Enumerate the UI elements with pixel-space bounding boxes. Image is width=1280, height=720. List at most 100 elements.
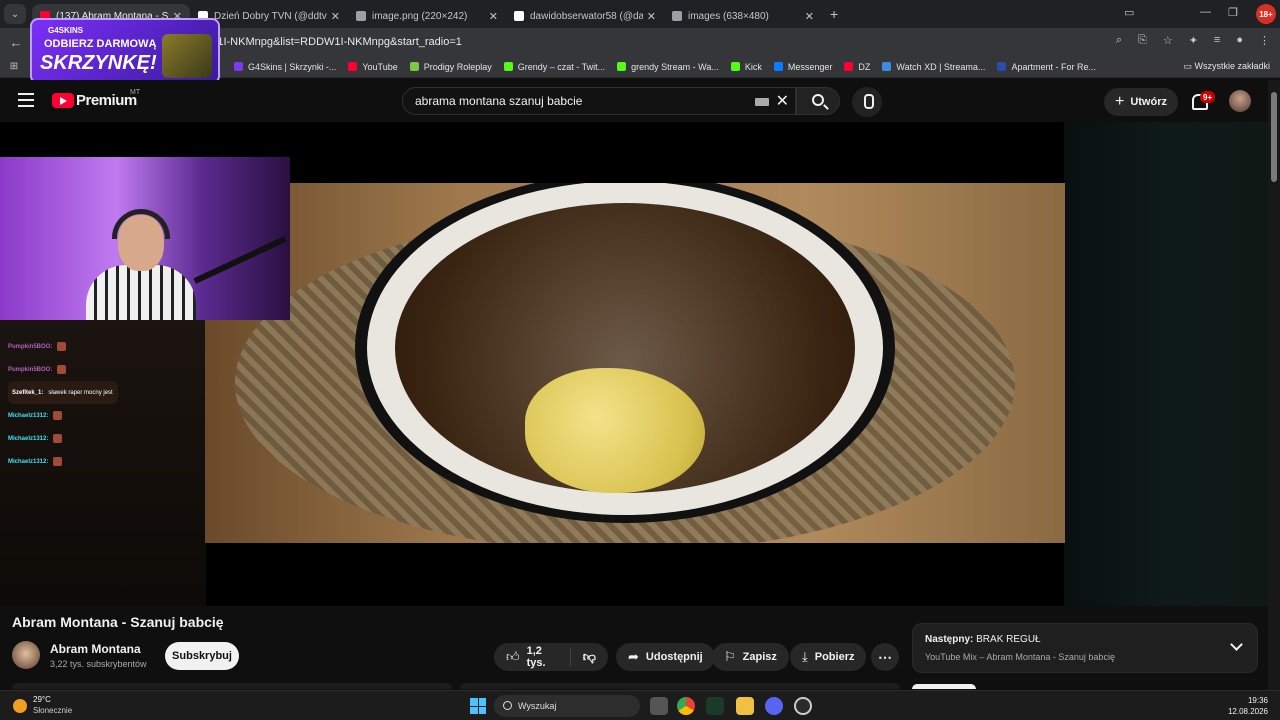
subscriber-count: 3,22 tys. subskrybentów: [50, 659, 147, 669]
voice-search-button[interactable]: [852, 87, 882, 117]
bookmark-label: DZ: [858, 61, 871, 72]
chat-username: Michaelz1312:: [8, 435, 49, 442]
up-next-card[interactable]: Następny: BRAK REGUŁ YouTube Mix – Abram…: [912, 623, 1258, 673]
thumbs-down-icon: 👎︎: [582, 649, 596, 664]
create-button[interactable]: + Utwórz: [1104, 88, 1178, 116]
task-view-icon[interactable]: [650, 697, 668, 715]
stream-chat: Pumpkin5BOO: Pumpkin5BOO: Szefitek_1: sławe…: [8, 335, 208, 473]
search-button[interactable]: [796, 87, 840, 115]
windows-taskbar: 29°C Słonecznie Wyszukaj 19:36 12.08.202…: [0, 690, 1280, 720]
terminal-icon[interactable]: [706, 697, 724, 715]
all-bookmarks[interactable]: ▭ Wszystkie zakładki: [1183, 61, 1270, 72]
zoom-icon[interactable]: ⌕: [1116, 34, 1122, 47]
chat-username: Pumpkin5BOO:: [8, 366, 53, 373]
bookmark-item[interactable]: G4Skins | Skrzynki -...: [234, 62, 336, 72]
taskbar-search-label: Wyszukaj: [518, 701, 557, 711]
tab-title: Dzień Dobry TVN (@ddtvn) | Ti: [214, 10, 327, 22]
bookmark-item[interactable]: YouTube: [348, 62, 398, 72]
tab-title: dawidobserwator58 (@dawido: [530, 10, 643, 22]
save-button[interactable]: ⚐ Zapisz: [712, 643, 789, 671]
chrome-icon[interactable]: [677, 697, 695, 715]
bookmark-item[interactable]: Watch XD | Streama...: [882, 62, 985, 72]
keyboard-icon[interactable]: [755, 98, 769, 106]
extensions-icon[interactable]: ✦: [1189, 34, 1198, 47]
close-tab-icon[interactable]: ✕: [489, 10, 498, 23]
weather-temperature[interactable]: 29°C: [33, 695, 51, 704]
streamer-shirt: [86, 265, 196, 320]
taskbar-search[interactable]: Wyszukaj: [494, 695, 640, 717]
maximize-button[interactable]: ❐: [1228, 6, 1238, 19]
bookmark-label: G4Skins | Skrzynki -...: [248, 61, 337, 72]
create-label: Utwórz: [1130, 96, 1167, 108]
bookmark-favicon-icon: [773, 62, 783, 71]
bookmark-label: Messenger: [787, 61, 833, 72]
bookmark-star-icon[interactable]: ☆: [1163, 34, 1173, 47]
file-explorer-icon[interactable]: [736, 697, 754, 715]
chat-username: Szefitek_1:: [12, 389, 44, 396]
profile-icon[interactable]: ●: [1236, 34, 1243, 47]
browser-tab[interactable]: image.png (220×242) ✕: [348, 4, 506, 28]
potato: [525, 368, 705, 493]
browser-tab[interactable]: dawidobserwator58 (@dawido ✕: [506, 4, 664, 28]
up-next-subtitle: YouTube Mix – Abram Montana - Szanuj bab…: [925, 652, 1115, 662]
download-button[interactable]: ⤓ Pobierz: [790, 643, 867, 671]
search-input[interactable]: abrama montana szanuj babcie ✕: [402, 87, 796, 115]
bookmark-favicon-icon: [234, 62, 243, 71]
promo-line-1: ODBIERZ DARMOWĄ: [44, 38, 157, 50]
minimize-button[interactable]: —: [1200, 6, 1211, 18]
video-frame[interactable]: [205, 183, 1065, 543]
dislike-button[interactable]: 👎︎: [571, 649, 608, 665]
cast-icon[interactable]: ▭: [1124, 6, 1134, 19]
sun-icon[interactable]: [13, 699, 27, 713]
bookmark-item[interactable]: Apartment - For Re...: [997, 62, 1096, 72]
guide-menu-icon[interactable]: [18, 93, 34, 107]
apps-icon[interactable]: ⊞: [2, 61, 26, 72]
share-icon: ➦: [628, 649, 639, 664]
media-icon[interactable]: ≡: [1214, 34, 1220, 47]
like-button[interactable]: 👍︎ 1,2 tys.: [494, 645, 571, 669]
description-box-edge: [12, 683, 452, 689]
page-scrollbar[interactable]: [1268, 80, 1280, 690]
clear-search-icon[interactable]: ✕: [776, 91, 789, 111]
up-next-label: Następny:: [925, 634, 974, 645]
tab-favicon-icon: [672, 11, 682, 21]
bookmark-item[interactable]: Prodigy Roleplay: [409, 62, 492, 72]
bookmark-item[interactable]: Grendy – czat - Twit...: [503, 61, 606, 72]
close-tab-icon[interactable]: ✕: [805, 10, 814, 23]
close-tab-icon[interactable]: ✕: [647, 10, 656, 23]
subscribe-button[interactable]: Subskrybuj: [165, 642, 239, 670]
close-tab-icon[interactable]: ✕: [331, 10, 340, 23]
bookmark-favicon-icon: [503, 62, 513, 71]
country-code: MT: [130, 89, 141, 96]
system-clock[interactable]: 19:36 12.08.2026: [1228, 695, 1268, 717]
channel-name[interactable]: Abram Montana: [50, 642, 141, 656]
scrollbar-thumb[interactable]: [1271, 92, 1277, 182]
promo-banner[interactable]: G4SKINS ODBIERZ DARMOWĄ SKRZYNKĘ!: [30, 18, 220, 84]
tab-search-button[interactable]: ⌄: [4, 4, 26, 24]
steam-icon[interactable]: [794, 697, 812, 715]
youtube-logo-text[interactable]: Premium: [76, 92, 137, 109]
extension-badge[interactable]: 18+: [1256, 4, 1276, 24]
install-icon[interactable]: ⎘: [1138, 34, 1147, 47]
bookmark-item[interactable]: Messenger: [773, 61, 833, 72]
microphone-arm: [193, 236, 287, 284]
address-bar[interactable]: V1I-NKMnpg&list=RDDW1I-NKMnpg&start_radi…: [210, 31, 1210, 53]
discord-icon[interactable]: [765, 697, 783, 715]
bookmark-item[interactable]: grendy Stream - Wa...: [617, 62, 719, 72]
new-tab-button[interactable]: +: [830, 6, 838, 22]
bookmark-item[interactable]: DZ: [844, 62, 870, 72]
bookmark-label: Grendy – czat - Twit...: [517, 61, 606, 72]
weather-condition[interactable]: Słonecznie: [33, 706, 72, 715]
chevron-down-icon[interactable]: [1230, 638, 1243, 651]
back-button[interactable]: ←: [2, 35, 30, 50]
account-avatar[interactable]: [1229, 90, 1251, 112]
menu-icon[interactable]: ⋮: [1259, 34, 1270, 47]
windows-start-icon[interactable]: [470, 698, 486, 714]
channel-avatar[interactable]: [12, 641, 40, 669]
browser-tab[interactable]: images (638×480) ✕: [664, 4, 822, 28]
bookmark-item[interactable]: Kick: [730, 62, 762, 72]
share-button[interactable]: ➦ Udostępnij: [616, 643, 715, 671]
youtube-logo-icon[interactable]: [52, 93, 74, 108]
bookmark-label: Watch XD | Streama...: [896, 61, 986, 72]
more-actions-button[interactable]: ⋯: [871, 643, 899, 671]
